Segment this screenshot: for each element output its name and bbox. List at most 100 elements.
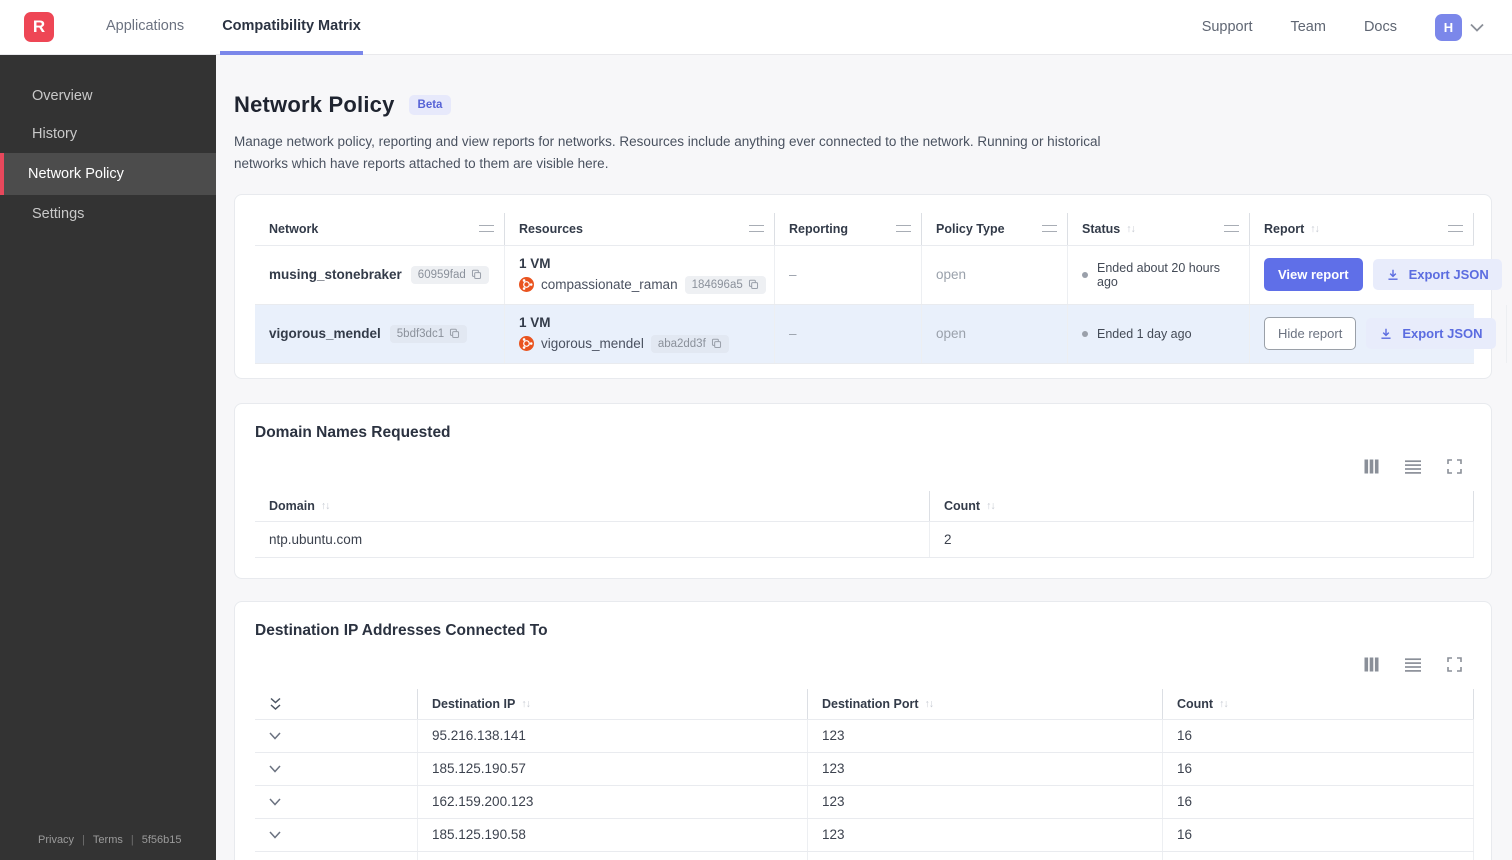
chevron-down-icon[interactable] — [269, 798, 281, 806]
footer-divider: | — [82, 834, 85, 846]
column-header-network[interactable]: Network — [255, 212, 505, 245]
sidebar-item-network-policy[interactable]: Network Policy — [0, 153, 216, 195]
resource-id-badge: 184696a5 — [684, 275, 766, 294]
table-row[interactable]: 185.125.190.58 123 16 — [255, 817, 1474, 851]
drag-handle-icon[interactable] — [479, 225, 494, 233]
sort-icon[interactable]: ↑↓ — [1219, 698, 1228, 710]
nav-link-docs[interactable]: Docs — [1364, 19, 1397, 35]
column-header-count[interactable]: Count ↑↓ — [1163, 688, 1474, 719]
table-row[interactable]: musing_stonebraker 60959fad 1 VM compass… — [255, 244, 1512, 304]
column-label: Network — [269, 221, 319, 236]
drag-handle-icon[interactable] — [749, 225, 764, 233]
sidebar-item-overview[interactable]: Overview — [0, 77, 216, 115]
page-title: Network Policy — [234, 92, 395, 117]
column-label: Resources — [519, 221, 583, 236]
fullscreen-icon[interactable] — [1447, 657, 1462, 672]
networks-card: Network Resources Reporting Policy Type — [234, 193, 1512, 379]
column-header-destination-ip[interactable]: Destination IP ↑↓ — [418, 688, 808, 719]
row-density-icon[interactable] — [1405, 657, 1421, 672]
sidebar: Overview History Network Policy Settings… — [0, 55, 216, 860]
user-menu[interactable]: H — [1435, 13, 1484, 41]
destination-port-value: 123 — [808, 719, 1163, 752]
column-header-status[interactable]: Status ↑↓ — [1068, 212, 1250, 245]
column-label: Domain — [269, 498, 315, 513]
copy-icon[interactable] — [748, 279, 759, 290]
sort-icon[interactable]: ↑↓ — [1126, 223, 1135, 235]
copy-icon[interactable] — [711, 338, 722, 349]
network-id: 5bdf3dc1 — [396, 327, 445, 340]
row-density-icon[interactable] — [1405, 459, 1421, 474]
network-name: musing_stonebraker — [269, 267, 402, 283]
drag-handle-icon[interactable] — [896, 225, 911, 233]
network-name: vigorous_mendel — [269, 326, 381, 342]
nav-link-team[interactable]: Team — [1290, 19, 1325, 35]
column-header-domain[interactable]: Domain ↑↓ — [255, 490, 930, 521]
chevron-down-icon — [1470, 23, 1484, 32]
nav-tab-compatibility-matrix[interactable]: Compatibility Matrix — [220, 0, 363, 55]
destination-port-value: 123 — [808, 818, 1163, 851]
sort-icon[interactable]: ↑↓ — [1310, 223, 1319, 235]
table-row[interactable]: vigorous_mendel 5bdf3dc1 1 VM vigorous_m… — [255, 303, 1507, 364]
network-id-badge: 60959fad — [410, 265, 489, 284]
column-label: Report — [1264, 221, 1305, 236]
column-header-destination-port[interactable]: Destination Port ↑↓ — [808, 688, 1163, 719]
copy-icon[interactable] — [449, 328, 460, 339]
terms-link[interactable]: Terms — [93, 834, 123, 846]
copy-icon[interactable] — [471, 269, 482, 280]
download-icon — [1386, 268, 1400, 282]
count-value: 16 — [1163, 851, 1474, 860]
chevron-down-icon[interactable] — [269, 831, 281, 839]
table-row[interactable]: ntp.ubuntu.com 2 — [255, 520, 1474, 558]
card-title: Domain Names Requested — [255, 423, 451, 441]
column-header-resources[interactable]: Resources — [505, 212, 775, 245]
count-value: 16 — [1163, 752, 1474, 785]
column-label: Destination Port — [822, 696, 919, 711]
table-row[interactable]: 162.159.200.123 123 16 — [255, 784, 1474, 818]
hide-report-button[interactable]: Hide report — [1264, 317, 1357, 351]
double-chevron-down-icon[interactable] — [269, 697, 282, 711]
sort-icon[interactable]: ↑↓ — [321, 500, 330, 512]
avatar[interactable]: H — [1435, 13, 1462, 41]
privacy-link[interactable]: Privacy — [38, 834, 74, 846]
chevron-down-icon[interactable] — [269, 765, 281, 773]
sort-icon[interactable]: ↑↓ — [925, 698, 934, 710]
domain-value: ntp.ubuntu.com — [255, 521, 930, 557]
expand-all-header[interactable] — [255, 688, 418, 719]
export-json-button[interactable]: Export JSON — [1372, 259, 1502, 291]
domains-table: Domain ↑↓ Count ↑↓ ntp.ubuntu.com 2 — [255, 490, 1474, 558]
drag-handle-icon[interactable] — [1042, 225, 1057, 233]
export-json-button[interactable]: Export JSON — [1366, 318, 1496, 350]
column-header-policy-type[interactable]: Policy Type — [922, 212, 1068, 245]
sort-icon[interactable]: ↑↓ — [986, 500, 995, 512]
drag-handle-icon[interactable] — [1448, 225, 1463, 233]
destinations-table: Destination IP ↑↓ Destination Port ↑↓ Co… — [255, 688, 1474, 860]
networks-table-header: Network Resources Reporting Policy Type — [255, 212, 1474, 245]
drag-handle-icon[interactable] — [1224, 225, 1239, 233]
sort-icon[interactable]: ↑↓ — [521, 698, 530, 710]
main-content: Network Policy Beta Manage network polic… — [216, 55, 1512, 860]
column-header-report[interactable]: Report ↑↓ — [1250, 212, 1474, 245]
fullscreen-icon[interactable] — [1447, 459, 1462, 474]
table-row[interactable]: 185.125.190.57 123 16 — [255, 751, 1474, 785]
columns-icon[interactable] — [1364, 657, 1379, 672]
view-report-button[interactable]: View report — [1264, 258, 1363, 292]
card-title: Destination IP Addresses Connected To — [255, 621, 548, 639]
column-header-count[interactable]: Count ↑↓ — [930, 490, 1474, 521]
app-logo[interactable]: R — [24, 12, 54, 42]
resource-count: 1 VM — [519, 314, 551, 330]
sidebar-item-settings[interactable]: Settings — [0, 195, 216, 233]
nav-link-support[interactable]: Support — [1202, 19, 1253, 35]
chevron-down-icon[interactable] — [269, 732, 281, 740]
column-label: Destination IP — [432, 696, 516, 711]
columns-icon[interactable] — [1364, 459, 1379, 474]
resource-id: 184696a5 — [691, 278, 743, 291]
nav-tab-applications[interactable]: Applications — [104, 0, 186, 55]
table-row[interactable]: 95.216.100.21 123 16 — [255, 850, 1474, 860]
status-text: Ended about 20 hours ago — [1097, 260, 1221, 289]
destination-port-value: 123 — [808, 785, 1163, 818]
sidebar-item-history[interactable]: History — [0, 115, 216, 153]
table-row[interactable]: 95.216.138.141 123 16 — [255, 718, 1474, 752]
column-header-reporting[interactable]: Reporting — [775, 212, 922, 245]
column-label: Status — [1082, 221, 1121, 236]
policy-type-value: open — [922, 245, 1068, 304]
